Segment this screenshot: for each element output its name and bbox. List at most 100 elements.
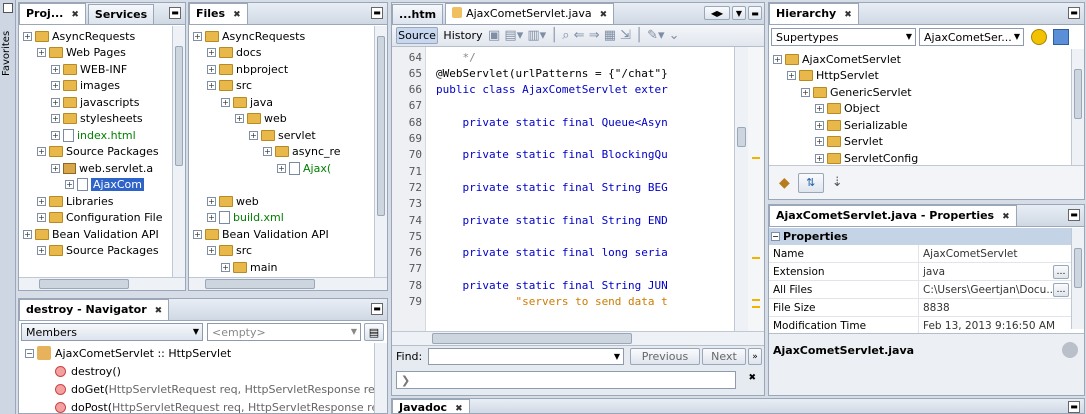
close-icon[interactable]: ✖: [155, 306, 163, 316]
close-find-icon[interactable]: ✖: [748, 373, 756, 383]
expand-icon[interactable]: +: [51, 97, 60, 107]
tree-node[interactable]: + Serializable: [815, 117, 908, 133]
code-line[interactable]: 67: [392, 98, 734, 114]
expand-icon[interactable]: +: [23, 229, 32, 239]
next-button[interactable]: Next: [702, 348, 746, 365]
minimize-icon[interactable]: ▬: [1068, 401, 1080, 413]
close-icon[interactable]: ✖: [600, 10, 608, 20]
expand-icon[interactable]: +: [815, 137, 824, 146]
tree-node[interactable]: + AjaxCometServlet: [773, 51, 901, 67]
navigator-vscroll[interactable]: [374, 343, 387, 413]
tree-node[interactable]: + HttpServlet: [787, 68, 879, 84]
sort-icon[interactable]: ⇣: [832, 175, 843, 190]
tree-node[interactable]: + src: [207, 243, 252, 259]
tree-node[interactable]: + java: [221, 94, 273, 110]
expand-icon[interactable]: +: [51, 163, 60, 173]
hierarchy-class-combo[interactable]: AjaxCometSer... ▼: [919, 28, 1024, 46]
filter-combo[interactable]: <empty> ▼: [207, 323, 361, 341]
expand-icon[interactable]: +: [193, 229, 202, 239]
editor-hscroll[interactable]: [392, 331, 764, 345]
tree-node[interactable]: + src: [207, 78, 252, 94]
tree-node[interactable]: + Ajax(: [277, 160, 331, 176]
tree-node[interactable]: + web: [235, 111, 287, 127]
tree-node[interactable]: + nbproject: [207, 61, 288, 77]
tree-node[interactable]: + Source Packages: [37, 144, 159, 160]
tree-node[interactable]: + web.servlet.a: [51, 160, 153, 176]
code-line[interactable]: 78 private static final String JUN: [392, 277, 734, 293]
code-line[interactable]: 70 private static final BlockingQu: [392, 147, 734, 163]
close-icon[interactable]: ✖: [233, 10, 241, 20]
tree-node[interactable]: + Object: [815, 101, 880, 117]
tab-scroll-arrows-icon[interactable]: ◀▶: [704, 6, 730, 20]
close-icon[interactable]: ✖: [1002, 212, 1010, 222]
tree-node[interactable]: + AsyncRequests: [193, 28, 305, 44]
expand-icon[interactable]: +: [51, 64, 60, 74]
navigator-root[interactable]: − AjaxCometServlet :: HttpServlet: [25, 345, 231, 361]
expand-icon[interactable]: +: [263, 147, 272, 156]
close-icon[interactable]: ✖: [455, 404, 463, 413]
tree-node[interactable]: + main: [221, 259, 277, 275]
hierarchy-settings-icon[interactable]: [1053, 29, 1069, 45]
expand-icon[interactable]: +: [51, 130, 60, 140]
tree-node[interactable]: + AsyncRequests: [23, 28, 135, 44]
code-line[interactable]: 68 private static final Queue<Asyn: [392, 114, 734, 130]
code-line[interactable]: 69: [392, 131, 734, 147]
expand-icon[interactable]: +: [221, 97, 230, 107]
tab-list-icon[interactable]: ▼: [732, 6, 746, 20]
expand-icon[interactable]: +: [801, 87, 810, 97]
tree-node[interactable]: + AjaxCom: [65, 177, 144, 193]
code-line[interactable]: 71: [392, 163, 734, 179]
tree-node[interactable]: + WEB-INF: [51, 61, 127, 77]
find-more-icon[interactable]: »: [748, 348, 762, 365]
minimize-icon[interactable]: ▬: [169, 7, 181, 19]
expand-icon[interactable]: +: [815, 120, 824, 130]
projects-hscroll[interactable]: [19, 277, 185, 290]
tab-navigator[interactable]: destroy - Navigator ✖: [19, 299, 170, 320]
toolbar-icons[interactable]: ▣ ▤▾ ▥▾ │ ⌕ ⇐ ⇒ ▦ ⇲ │ ✎▾ ⌄: [488, 28, 680, 43]
expand-icon[interactable]: +: [51, 81, 60, 90]
expand-icon[interactable]: +: [249, 130, 258, 140]
minimize-icon[interactable]: ▬: [371, 303, 383, 315]
tree-node[interactable]: + stylesheets: [51, 111, 143, 127]
expand-icon[interactable]: +: [277, 163, 286, 173]
view-mode-icon[interactable]: ⇅: [797, 172, 824, 193]
projects-vscroll[interactable]: [172, 26, 185, 277]
navigator-item[interactable]: destroy(): [55, 363, 121, 379]
tab-hierarchy[interactable]: Hierarchy ✖: [769, 3, 859, 24]
tree-node[interactable]: + Libraries: [37, 193, 114, 209]
tree-node[interactable]: + index.html: [51, 127, 136, 143]
tree-node[interactable]: + ServletConfig: [815, 150, 918, 166]
code-line[interactable]: 74 private static final String END: [392, 212, 734, 228]
code-line[interactable]: 75: [392, 228, 734, 244]
properties-vscroll[interactable]: [1071, 228, 1084, 329]
edit-property-button[interactable]: …: [1053, 282, 1069, 297]
focus-icon[interactable]: ◆: [779, 175, 790, 191]
maximize-icon[interactable]: ▬: [748, 6, 762, 20]
history-button[interactable]: History: [442, 27, 484, 44]
property-row[interactable]: All Files C:\Users\Geertjan\Docu...…: [769, 281, 1071, 299]
expand-icon[interactable]: +: [815, 104, 824, 113]
close-icon[interactable]: ✖: [844, 10, 852, 20]
code-line[interactable]: 72 private static final String BEG: [392, 179, 734, 195]
navigator-item[interactable]: doGet(HttpServletRequest req, HttpServle…: [55, 381, 385, 397]
find-input[interactable]: ▼: [428, 348, 624, 365]
expand-icon[interactable]: +: [37, 48, 46, 57]
editor-vscroll[interactable]: [734, 47, 748, 331]
edit-property-button[interactable]: …: [1053, 264, 1069, 279]
expand-icon[interactable]: +: [773, 54, 782, 64]
code-line[interactable]: 66 public class AjaxCometServlet exter: [392, 82, 734, 98]
tree-node[interactable]: + web: [207, 193, 259, 209]
help-icon[interactable]: [1062, 342, 1078, 358]
favorites-tab[interactable]: Favorites: [1, 18, 15, 88]
source-button[interactable]: Source: [396, 27, 438, 44]
expand-icon[interactable]: +: [37, 196, 46, 206]
minimize-icon[interactable]: ▬: [371, 7, 383, 19]
code-line[interactable]: 79 "servers to send data t: [392, 294, 734, 310]
tree-node[interactable]: + Source Packages: [37, 243, 159, 259]
expand-icon[interactable]: +: [221, 262, 230, 272]
tab-ajaxcometservlet[interactable]: AjaxCometServlet.java ✖: [445, 3, 615, 24]
tree-node[interactable]: + GenericServlet: [801, 84, 912, 100]
code-line[interactable]: 64 */: [392, 49, 734, 65]
minimize-icon[interactable]: ▬: [1068, 209, 1080, 221]
filter-icon[interactable]: ▤: [364, 323, 384, 341]
